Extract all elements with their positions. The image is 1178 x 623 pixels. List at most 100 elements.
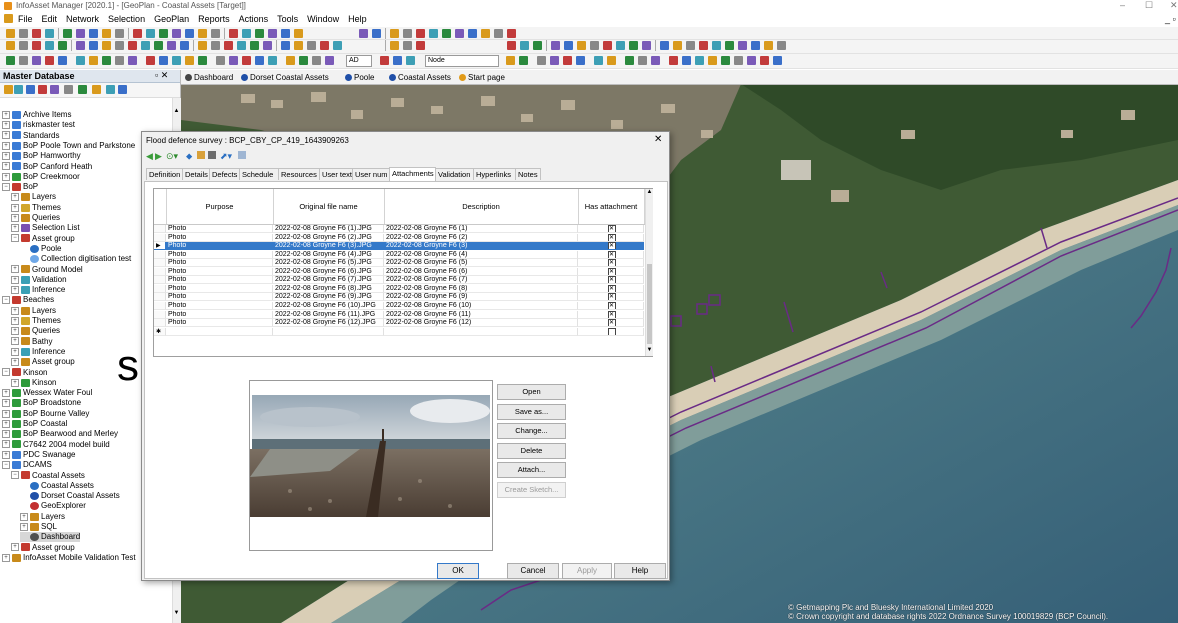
tree-item[interactable]: + Kinson [11, 378, 56, 388]
toolbar-button-icon[interactable] [506, 56, 515, 65]
toolbar-button-icon[interactable] [416, 29, 425, 38]
row-selector[interactable] [154, 284, 166, 293]
toolbar-button-icon[interactable] [242, 56, 251, 65]
toolbar-button-icon[interactable] [102, 29, 111, 38]
cell-desc[interactable]: 2022-02-08 Groyne F6 (7) [384, 276, 578, 285]
cell-purpose[interactable]: Photo [166, 259, 273, 268]
has-attachment-checkbox-cell[interactable]: ✕ [578, 301, 644, 310]
toolbar-button-icon[interactable] [159, 29, 168, 38]
has-attachment-checkbox-cell[interactable]: ✕ [578, 259, 644, 268]
link-icon[interactable]: ⬈▾ [220, 151, 232, 162]
cell-file[interactable]: 2022-02-08 Groyne F6 (11).JPG [273, 310, 384, 319]
toolbar-button-icon[interactable] [281, 29, 290, 38]
tree-item[interactable]: + SQL [20, 522, 57, 532]
toolbar-button-icon[interactable] [172, 29, 181, 38]
cell-desc[interactable]: 2022-02-08 Groyne F6 (8) [384, 284, 578, 293]
expand-icon[interactable]: + [2, 409, 10, 418]
tree-item[interactable]: − BoP [2, 182, 38, 192]
toolbar-button-icon[interactable] [242, 29, 251, 38]
tree-item[interactable]: + Validation [11, 275, 67, 285]
toolbar-button-icon[interactable] [299, 56, 308, 65]
map-tab-poole[interactable]: Poole [345, 72, 374, 83]
column-original-file-name[interactable]: Original file name [273, 189, 385, 224]
tree-item[interactable]: − Kinson [2, 368, 47, 378]
toolbar-button-icon[interactable] [642, 41, 651, 50]
tree-item[interactable]: + riskmaster test [2, 120, 75, 130]
tab-user-num[interactable]: User num [352, 168, 390, 180]
cell-desc[interactable]: 2022-02-08 Groyne F6 (5) [384, 259, 578, 268]
toolbar-button-icon[interactable] [268, 29, 277, 38]
toolbar-button-icon[interactable] [403, 29, 412, 38]
toolbar-button-icon[interactable] [6, 56, 15, 65]
tab-details[interactable]: Details [182, 168, 210, 180]
toolbar-button-icon[interactable] [180, 41, 189, 50]
cell-purpose[interactable]: Photo [166, 225, 273, 233]
tree-item[interactable]: + Selection List [11, 223, 80, 233]
tab-validation[interactable]: Validation [435, 168, 474, 180]
row-selector[interactable] [154, 293, 166, 302]
tree-item[interactable]: + Queries [11, 326, 60, 336]
expand-icon[interactable]: + [11, 358, 19, 367]
panel-tool-icon[interactable] [38, 85, 47, 94]
toolbar-button-icon[interactable] [185, 56, 194, 65]
toolbar-button-icon[interactable] [773, 56, 782, 65]
toolbar-button-icon[interactable] [89, 29, 98, 38]
cell-file[interactable]: 2022-02-08 Groyne F6 (1).JPG [273, 225, 384, 233]
expand-icon[interactable]: + [2, 141, 10, 150]
has-attachment-checkbox-cell[interactable]: ✕ [578, 284, 644, 293]
toolbar-button-icon[interactable] [607, 56, 616, 65]
tree-item[interactable]: + Archive Items [2, 110, 71, 120]
toolbar-button-icon[interactable] [76, 41, 85, 50]
toolbar-button-icon[interactable] [115, 41, 124, 50]
expand-icon[interactable]: + [11, 347, 19, 356]
map-tab-dorset-coastal-assets[interactable]: Dorset Coastal Assets [241, 72, 329, 83]
expand-icon[interactable]: + [2, 419, 10, 428]
map-tab-dashboard[interactable]: Dashboard [185, 72, 233, 83]
toolbar-button-icon[interactable] [616, 41, 625, 50]
toolbar-button-icon[interactable] [63, 29, 72, 38]
panel-tool-icon[interactable] [4, 85, 13, 94]
table-row[interactable]: Photo 2022-02-08 Groyne F6 (12).JPG 2022-0… [154, 319, 644, 328]
toolbar-button-icon[interactable] [45, 29, 54, 38]
toolbar-button-icon[interactable] [372, 29, 381, 38]
expand-icon[interactable]: + [11, 193, 19, 202]
expand-icon[interactable]: + [2, 553, 10, 562]
cell-file[interactable]: 2022-02-08 Groyne F6 (10).JPG [273, 301, 384, 310]
column-has-attachment[interactable]: Has attachment [578, 189, 645, 224]
toolbar-button-icon[interactable] [211, 29, 220, 38]
tree-item[interactable]: + BoP Bearwood and Merley [2, 429, 118, 439]
expand-icon[interactable]: + [11, 337, 19, 346]
toolbar-button-icon[interactable] [6, 29, 15, 38]
expand-icon[interactable]: + [11, 213, 19, 222]
map-tab-coastal-assets[interactable]: Coastal Assets [389, 72, 451, 83]
tree-item[interactable]: − Asset group [11, 234, 75, 244]
toolbar-button-icon[interactable] [537, 56, 546, 65]
row-selector[interactable] [154, 319, 166, 328]
tree-item[interactable]: + BoP Poole Town and Parkstone [2, 141, 135, 151]
cell-desc[interactable]: 2022-02-08 Groyne F6 (6) [384, 267, 578, 276]
panel-tool-icon[interactable] [78, 85, 87, 94]
toolbar-button-icon[interactable] [563, 56, 572, 65]
cell-purpose[interactable]: Photo [166, 319, 273, 328]
panel-tool-icon[interactable] [106, 85, 115, 94]
collapse-icon[interactable]: − [11, 234, 19, 243]
close-window-button[interactable]: ✕ [1170, 0, 1178, 11]
toolbar-button-icon[interactable] [32, 29, 41, 38]
checkbox-checked-icon[interactable]: ✕ [607, 310, 616, 318]
table-row[interactable]: Photo 2022-02-08 Groyne F6 (1).JPG 2022-02… [154, 225, 644, 233]
toolbar-button-icon[interactable] [533, 41, 542, 50]
toolbar-button-icon[interactable] [133, 29, 142, 38]
toolbar-button-icon[interactable] [507, 41, 516, 50]
toolbar-button-icon[interactable] [167, 41, 176, 50]
checkbox-checked-icon[interactable]: ✕ [607, 301, 616, 309]
table-row[interactable]: Photo 2022-02-08 Groyne F6 (6).JPG 2022-02… [154, 267, 644, 276]
scroll-down-icon[interactable]: ▼ [173, 610, 180, 618]
toolbar-button-icon[interactable] [115, 56, 124, 65]
toolbar-button-icon[interactable] [564, 41, 573, 50]
toolbar-button-icon[interactable] [551, 41, 560, 50]
cell-purpose[interactable]: Photo [166, 233, 273, 242]
cell-desc[interactable]: 2022-02-08 Groyne F6 (3) [384, 242, 578, 251]
panel-tool-icon[interactable] [14, 85, 23, 94]
row-selector[interactable] [154, 310, 166, 319]
has-attachment-checkbox-cell[interactable] [578, 327, 644, 336]
